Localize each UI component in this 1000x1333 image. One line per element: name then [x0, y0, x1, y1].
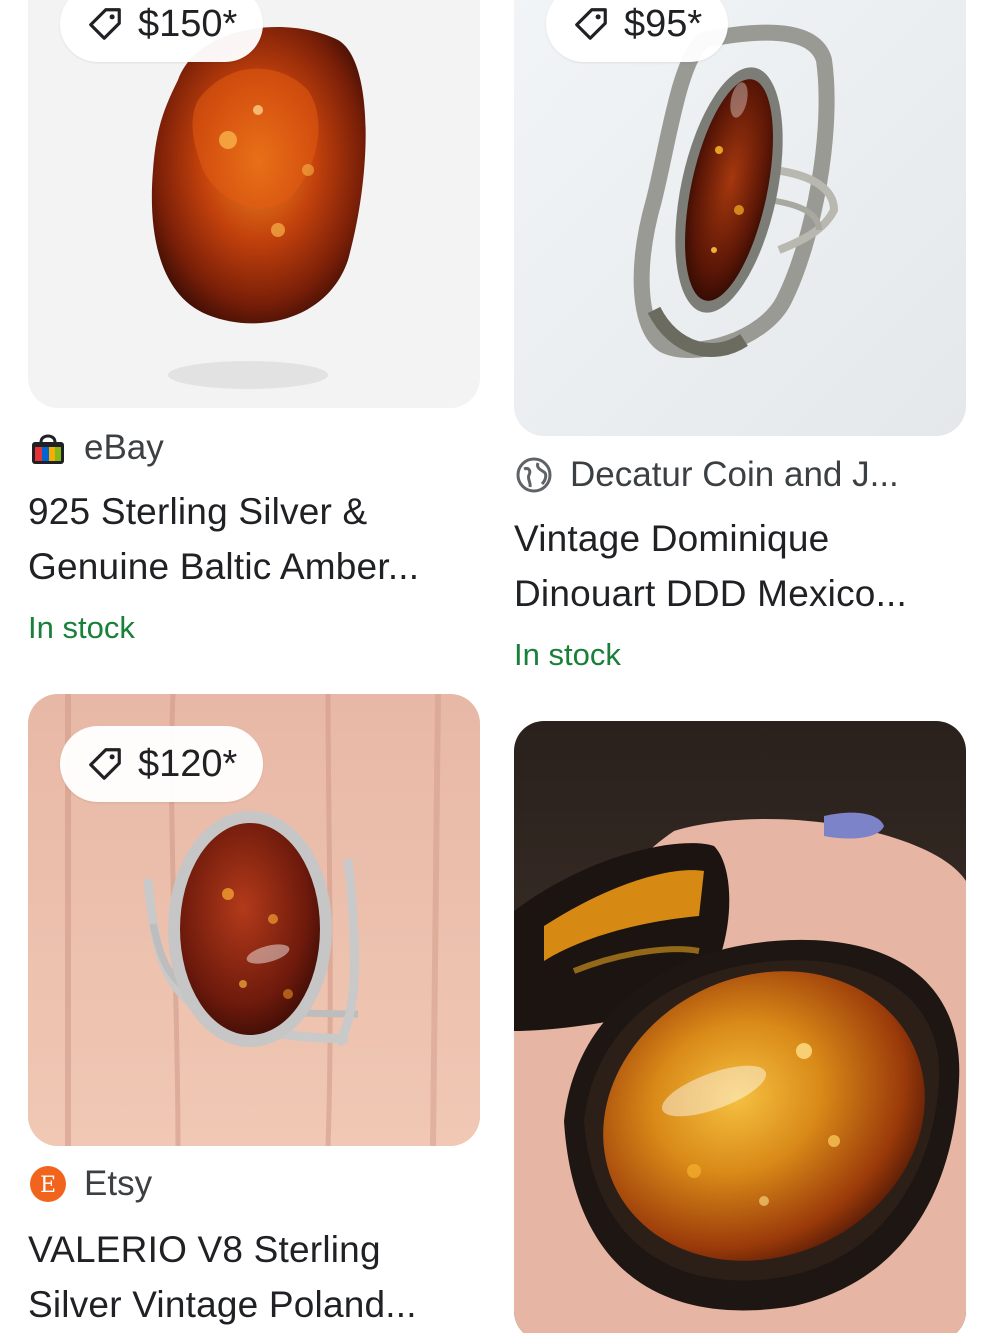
product-image[interactable]	[514, 721, 966, 1333]
product-card[interactable]: $150* eBay 925 Sterling Silver & Genuine…	[28, 0, 480, 660]
title-line: Dinouart DDD Mexico...	[514, 573, 908, 614]
price-badge: $95*	[546, 0, 729, 62]
globe-icon	[514, 455, 554, 495]
etsy-icon: E	[28, 1164, 68, 1204]
stock-status: In stock	[514, 637, 621, 672]
ebay-bag-icon	[28, 428, 68, 468]
title-line: Vintage Dominique	[514, 518, 830, 559]
title-line: Genuine Baltic Amber...	[28, 546, 420, 587]
stock-status: In stock	[28, 610, 135, 645]
product-title[interactable]: VALERIO V8 Sterling Silver Vintage Polan…	[28, 1222, 480, 1332]
product-card[interactable]: $120* E Etsy VALERIO V8 Sterling Silver …	[28, 694, 480, 1333]
shopping-results-grid: $150* eBay 925 Sterling Silver & Genuine…	[0, 0, 1000, 1333]
merchant-name: Etsy	[84, 1164, 153, 1203]
price-label: $150*	[138, 2, 238, 45]
product-card[interactable]	[514, 721, 966, 1333]
merchant[interactable]: E Etsy	[28, 1164, 152, 1204]
merchant-name: Decatur Coin and J...	[570, 455, 899, 494]
merchant[interactable]: eBay	[28, 428, 164, 468]
price-badge: $150*	[60, 0, 264, 62]
title-line: VALERIO V8 Sterling	[28, 1229, 381, 1270]
title-line: 925 Sterling Silver &	[28, 491, 368, 532]
merchant-name: eBay	[84, 428, 164, 467]
price-badge: $120*	[60, 726, 264, 802]
product-title[interactable]: Vintage Dominique Dinouart DDD Mexico...	[514, 511, 966, 621]
product-card[interactable]: $95* Decatur Coin and J... Vintage Domin…	[514, 0, 966, 690]
merchant[interactable]: Decatur Coin and J...	[514, 455, 899, 495]
price-tag-icon	[86, 745, 124, 783]
product-title[interactable]: 925 Sterling Silver & Genuine Baltic Amb…	[28, 484, 480, 594]
title-line: Silver Vintage Poland...	[28, 1284, 417, 1325]
svg-text:E: E	[40, 1173, 56, 1198]
price-label: $95*	[624, 2, 703, 45]
price-tag-icon	[86, 5, 124, 43]
price-label: $120*	[138, 742, 238, 785]
price-tag-icon	[572, 5, 610, 43]
product-image[interactable]	[514, 0, 966, 436]
